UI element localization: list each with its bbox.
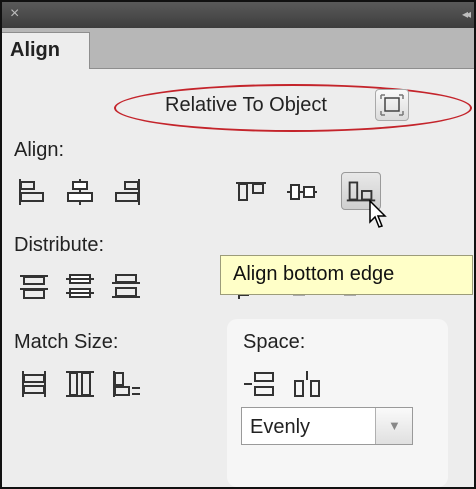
align-vertical-center-button[interactable] (284, 176, 320, 208)
match-size-section-label: Match Size: (14, 331, 119, 353)
space-mode-value: Evenly (250, 416, 311, 438)
distribute-vertical-center-icon (66, 274, 94, 298)
match-height-icon (66, 371, 94, 397)
distribute-top-edge-button[interactable] (16, 271, 52, 303)
space-horizontal-icon (294, 371, 320, 397)
tab-align[interactable]: Align (2, 32, 90, 69)
align-top-edge-button[interactable] (233, 176, 269, 208)
space-horizontal-button[interactable] (289, 368, 325, 400)
relative-to-object-label: Relative To Object (165, 94, 327, 116)
space-mode-dropdown-button[interactable]: ▼ (375, 408, 412, 444)
align-right-edge-button[interactable] (108, 176, 144, 208)
match-width-button[interactable] (16, 368, 52, 400)
space-mode-select[interactable]: Evenly ▼ (241, 407, 413, 445)
align-horizontal-center-icon (67, 179, 93, 205)
align-right-edge-icon (115, 179, 140, 205)
distribute-bottom-edge-button[interactable] (108, 271, 144, 303)
distribute-bottom-edge-icon (112, 274, 140, 298)
align-vertical-center-icon (287, 184, 317, 200)
match-width-and-height-icon (113, 371, 140, 397)
align-horizontal-center-button[interactable] (62, 176, 98, 208)
distribute-vertical-center-button[interactable] (62, 271, 98, 303)
match-width-icon (22, 371, 46, 397)
relative-to-object-icon (380, 94, 404, 116)
align-section-label: Align: (14, 139, 65, 161)
distribute-top-edge-icon (20, 275, 48, 299)
match-width-and-height-button[interactable] (108, 368, 144, 400)
collapse-icon[interactable]: ◂◂ (462, 7, 471, 21)
align-panel: × ◂◂ Align Relative To Object Align: Dis… (0, 0, 476, 489)
panel-titlebar: × ◂◂ (2, 2, 474, 28)
space-vertical-button[interactable] (241, 368, 277, 400)
align-top-edge-icon (236, 182, 266, 201)
close-icon[interactable]: × (10, 5, 19, 23)
tab-strip: Align (2, 28, 474, 69)
align-left-edge-button[interactable] (16, 176, 52, 208)
tooltip: Align bottom edge (220, 255, 473, 295)
mouse-cursor-icon (369, 200, 387, 228)
distribute-section-label: Distribute: (14, 234, 105, 256)
space-section-label: Space: (243, 331, 306, 353)
align-left-edge-icon (19, 179, 44, 205)
chevron-down-icon: ▼ (388, 418, 401, 433)
space-vertical-icon (244, 372, 274, 396)
relative-to-object-button[interactable] (375, 89, 409, 121)
match-height-button[interactable] (62, 368, 98, 400)
